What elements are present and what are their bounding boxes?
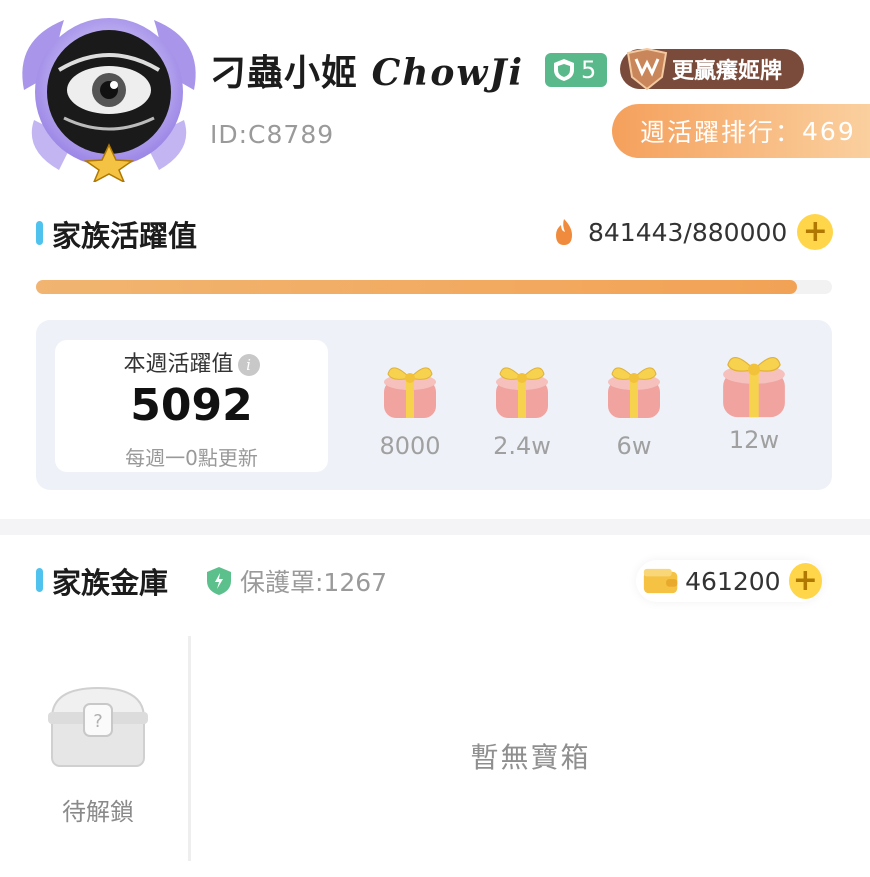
- medal-icon: [626, 47, 668, 91]
- gift-box-icon: [608, 367, 660, 418]
- level-shield-icon: [554, 59, 574, 81]
- family-name: 刁蟲小姬 ChowJi: [210, 44, 524, 96]
- weekly-rank-button[interactable]: 週活躍排行： 469: [612, 104, 870, 158]
- wallet-icon: [643, 568, 678, 594]
- family-name-script: ChowJi: [371, 52, 525, 94]
- title-badge[interactable]: 更贏癢姬牌: [620, 47, 804, 91]
- family-name-chinese: 刁蟲小姬: [210, 53, 359, 94]
- reward-gift-2-label: 2.4w: [493, 432, 551, 460]
- gift-box-icon: [723, 357, 785, 418]
- plus-icon[interactable]: +: [797, 214, 834, 250]
- reward-gift-3[interactable]: 6w: [584, 360, 684, 460]
- chest-icon: ?: [48, 686, 148, 767]
- weekly-activity-value: 5092: [130, 380, 253, 431]
- weekly-activity-note: 每週一0點更新: [125, 446, 258, 470]
- reward-gift-4[interactable]: 12w: [704, 348, 804, 454]
- info-icon[interactable]: i: [237, 354, 260, 376]
- activity-total: 841443/880000 +: [550, 212, 834, 252]
- locked-chest-label: 待解鎖: [62, 798, 134, 826]
- shield-status-text: 保護罩:1267: [240, 568, 388, 597]
- shield-status: 保護罩:1267: [204, 563, 387, 599]
- section-divider: [0, 519, 870, 535]
- section-accent-bar: [36, 221, 43, 245]
- reward-gift-2[interactable]: 2.4w: [472, 360, 572, 460]
- locked-chest[interactable]: ?: [44, 680, 152, 772]
- section-accent-bar: [36, 568, 43, 592]
- activity-progress-bar: [36, 280, 832, 294]
- weekly-rank-value: 469: [802, 116, 856, 146]
- avatar-emblem: [22, 18, 196, 184]
- weekly-rank-label: 週活躍排行：: [640, 118, 803, 147]
- level-number: 5: [581, 56, 597, 84]
- family-id: ID:C8789: [210, 120, 335, 149]
- vault-balance: 461200 +: [636, 560, 822, 602]
- weekly-activity-label-text: 本週活躍值: [123, 352, 234, 377]
- reward-gift-3-label: 6w: [616, 432, 652, 460]
- gift-box-icon: [496, 367, 548, 418]
- family-avatar[interactable]: [14, 10, 204, 184]
- reward-gift-1[interactable]: 8000: [360, 360, 460, 460]
- gift-box-icon: [384, 367, 436, 418]
- fire-icon: [556, 219, 572, 245]
- reward-gift-4-label: 12w: [728, 426, 780, 454]
- weekly-activity-label: 本週活躍值 i: [55, 346, 328, 378]
- empty-chest-message: 暫無寶箱: [470, 741, 591, 774]
- activity-section-title: 家族活躍值: [52, 219, 198, 253]
- svg-text:?: ?: [93, 711, 103, 732]
- vault-section-title: 家族金庫: [52, 566, 169, 600]
- vault-balance-value: 461200: [685, 566, 781, 596]
- activity-current-value: 841443/880000: [588, 217, 788, 247]
- shield-check-icon: [207, 567, 231, 595]
- reward-gift-1-label: 8000: [379, 432, 441, 460]
- plus-icon[interactable]: +: [788, 563, 822, 599]
- activity-progress-fill: [36, 280, 797, 294]
- title-badge-text: 更贏癢姬牌: [672, 59, 783, 84]
- level-badge[interactable]: 5: [545, 53, 607, 87]
